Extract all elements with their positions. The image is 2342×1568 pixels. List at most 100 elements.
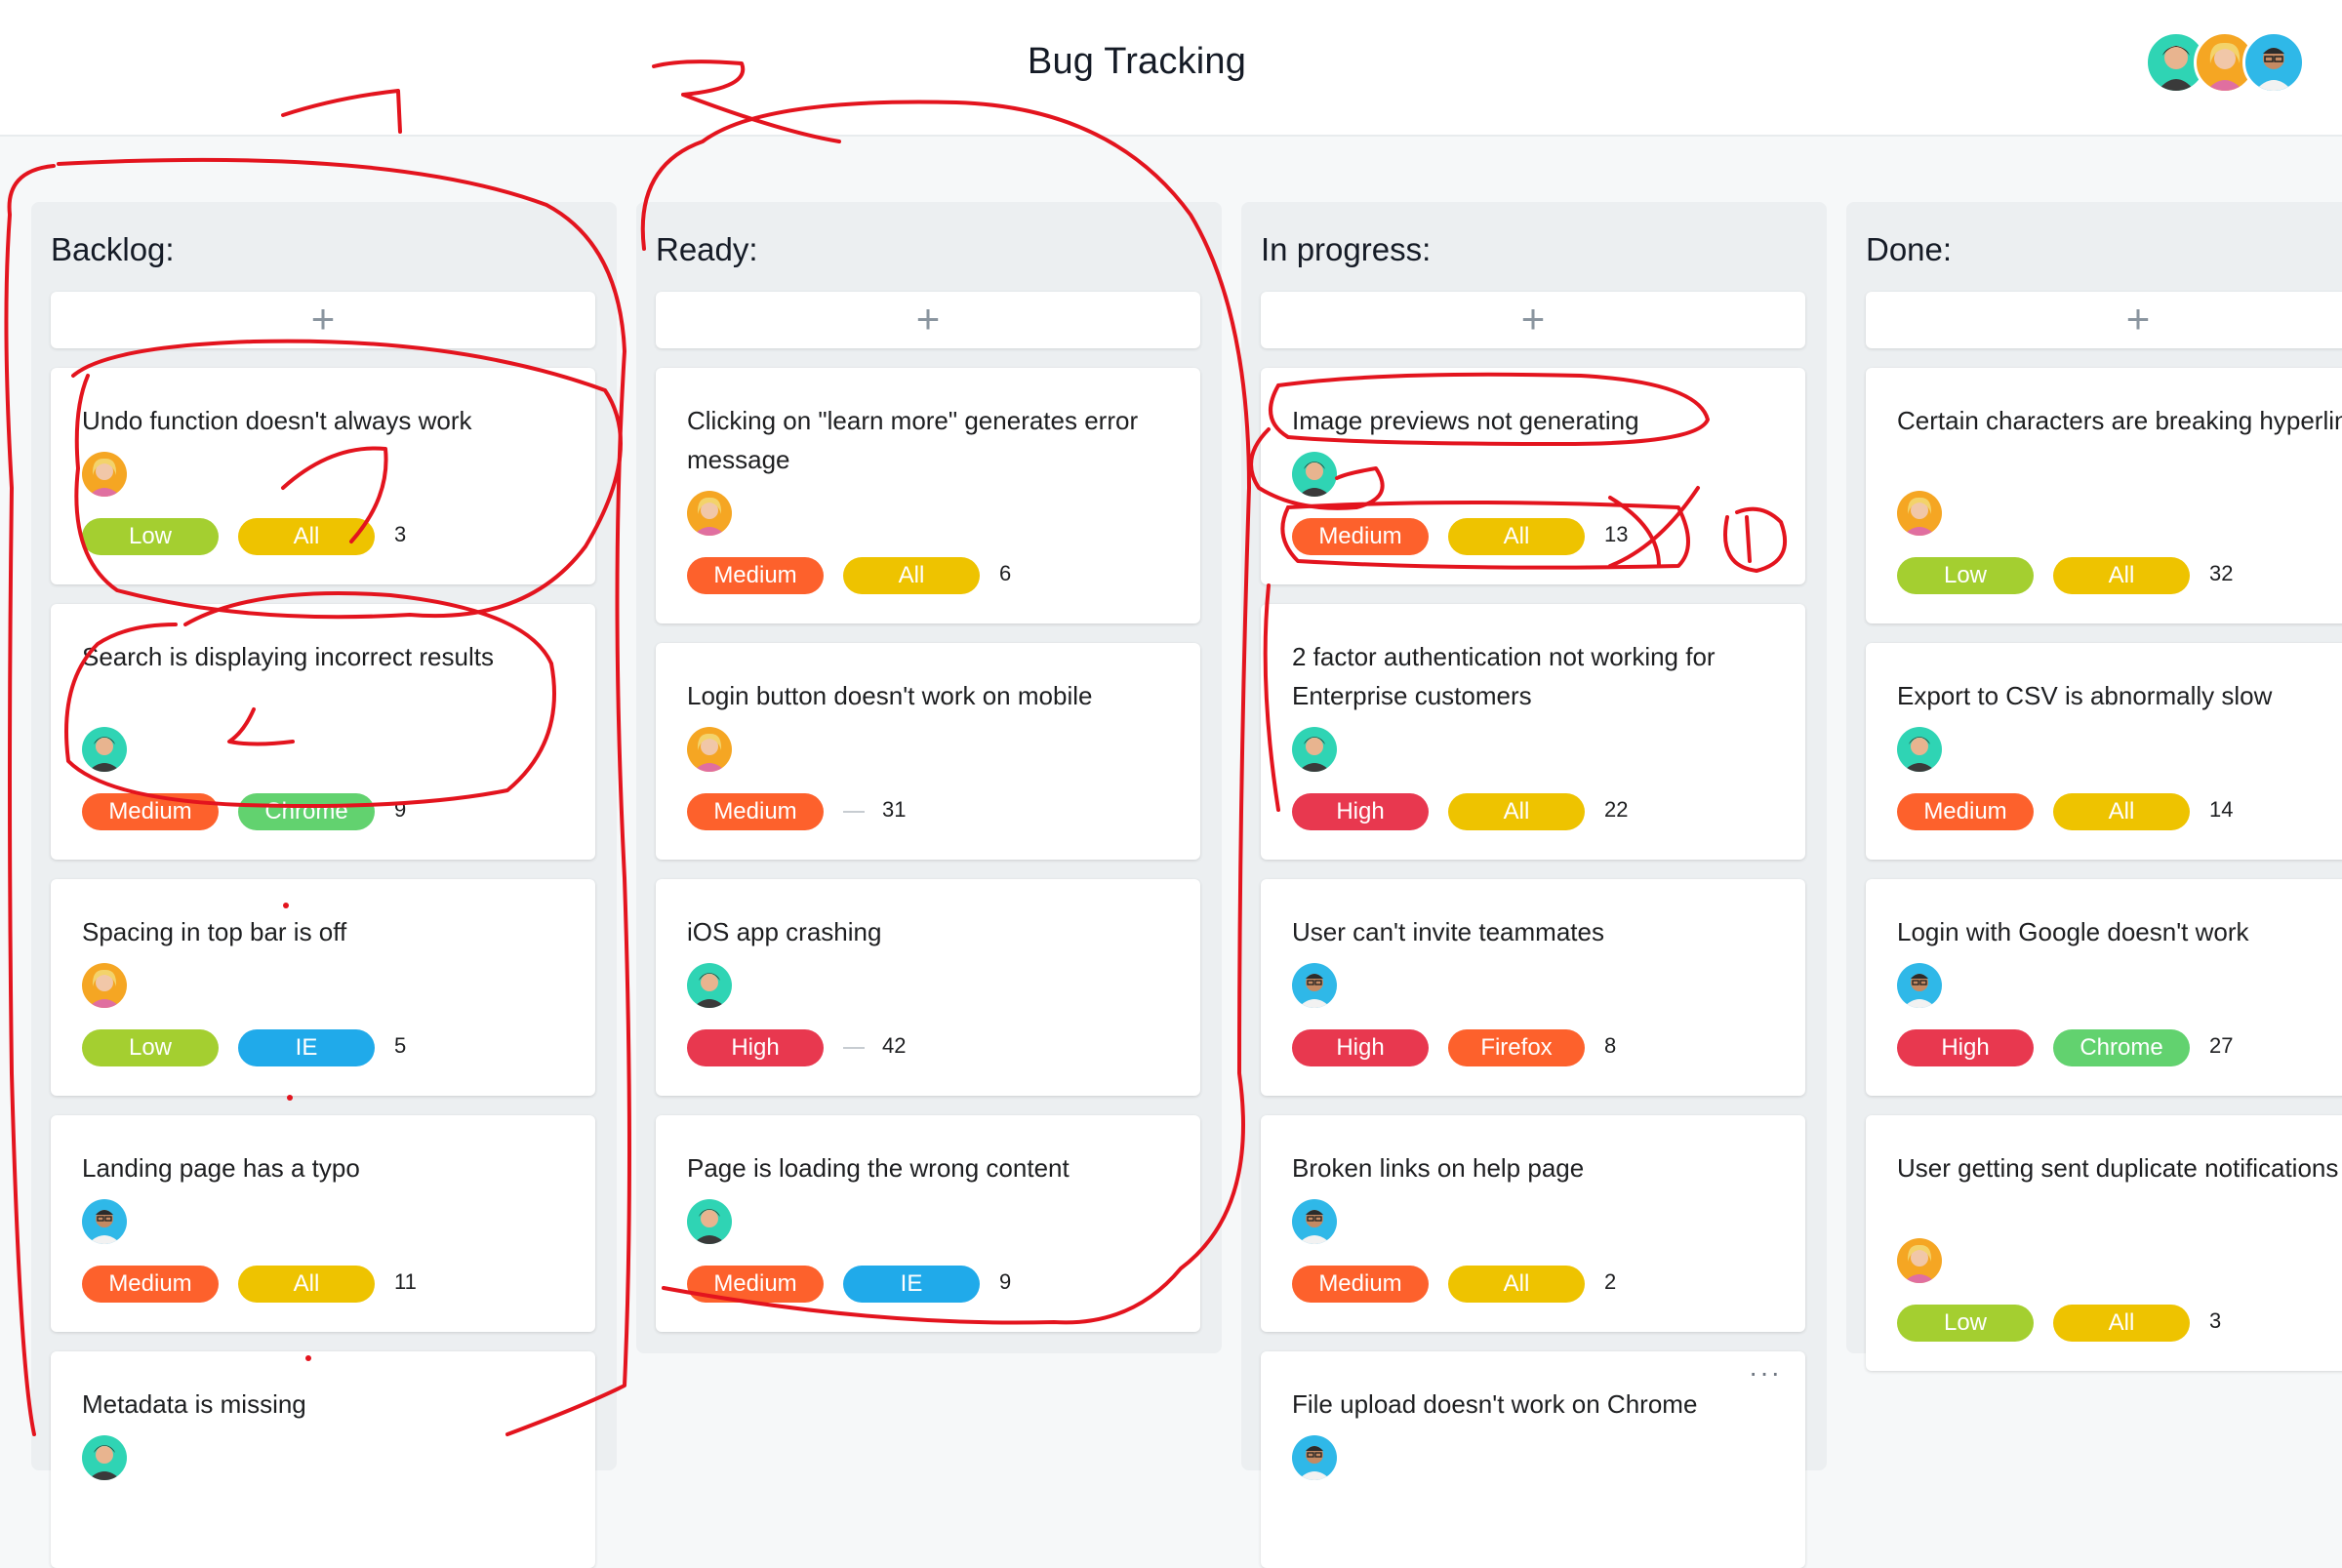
task-card[interactable]: Broken links on help page Medium All 2: [1261, 1115, 1805, 1332]
priority-tag[interactable]: High: [687, 1029, 824, 1066]
count-value: 13: [1604, 522, 1629, 546]
task-title: Certain characters are breaking hyperlin…: [1897, 406, 2342, 435]
assignee-avatar[interactable]: [687, 727, 732, 772]
task-card[interactable]: Clicking on "learn more" generates error…: [656, 368, 1200, 623]
task-fields: High All 22: [1292, 793, 1799, 830]
empty-browser-field[interactable]: [843, 1047, 865, 1049]
count-value: 3: [2209, 1308, 2222, 1333]
task-title: Login with Google doesn't work: [1897, 917, 2249, 946]
assignee-avatar[interactable]: [1292, 452, 1337, 497]
column-backlog: Backlog: + Undo function doesn't always wo…: [31, 202, 617, 1568]
team-avatars[interactable]: [2145, 31, 2305, 94]
assignee-avatar[interactable]: [1897, 963, 1942, 1008]
count-value: 5: [394, 1033, 407, 1058]
assignee-avatar[interactable]: [82, 452, 127, 497]
priority-tag[interactable]: Medium: [1897, 793, 2034, 830]
priority-tag[interactable]: Medium: [82, 1266, 219, 1303]
priority-tag[interactable]: Medium: [1292, 518, 1429, 555]
browser-tag[interactable]: Chrome: [2053, 1029, 2190, 1066]
count-value: 27: [2209, 1033, 2234, 1058]
assignee-avatar[interactable]: [82, 1435, 127, 1480]
priority-tag[interactable]: Medium: [687, 1266, 824, 1303]
task-card[interactable]: Spacing in top bar is off Low IE 5: [51, 879, 595, 1096]
assignee-avatar[interactable]: [1292, 963, 1337, 1008]
empty-browser-field[interactable]: [843, 811, 865, 813]
task-card[interactable]: 2 factor authentication not working for …: [1261, 604, 1805, 860]
task-card[interactable]: Page is loading the wrong content Medium I…: [656, 1115, 1200, 1332]
add-task-button[interactable]: +: [51, 292, 595, 348]
task-title: User getting sent duplicate notification…: [1897, 1153, 2339, 1183]
task-fields: Medium All 14: [1897, 793, 2342, 830]
task-card[interactable]: Landing page has a typo Medium All 11: [51, 1115, 595, 1332]
task-card[interactable]: File upload doesn't work on Chrome ···: [1261, 1351, 1805, 1568]
task-fields: Medium All 11: [82, 1266, 589, 1303]
priority-tag[interactable]: Medium: [1292, 1266, 1429, 1303]
count-value: 3: [394, 522, 407, 546]
assignee-avatar[interactable]: [82, 727, 127, 772]
assignee-avatar[interactable]: [1897, 727, 1942, 772]
priority-tag[interactable]: Low: [1897, 1305, 2034, 1342]
browser-tag[interactable]: All: [2053, 1305, 2190, 1342]
task-card[interactable]: User getting sent duplicate notification…: [1866, 1115, 2342, 1371]
task-card[interactable]: Metadata is missing: [51, 1351, 595, 1568]
assignee-avatar[interactable]: [1292, 1435, 1337, 1480]
task-card[interactable]: iOS app crashing High 42: [656, 879, 1200, 1096]
avatar[interactable]: [2242, 31, 2305, 94]
assignee-avatar[interactable]: [82, 963, 127, 1008]
more-options-icon[interactable]: ···: [1749, 1357, 1782, 1388]
task-fields: Medium All 6: [687, 557, 1194, 594]
priority-tag[interactable]: Low: [1897, 557, 2034, 594]
browser-tag[interactable]: Firefox: [1448, 1029, 1585, 1066]
task-title: iOS app crashing: [687, 917, 882, 946]
task-fields: Medium All 13: [1292, 518, 1799, 555]
task-fields: Low All 32: [1897, 557, 2342, 594]
assignee-avatar[interactable]: [1897, 491, 1942, 536]
browser-tag[interactable]: All: [238, 1266, 375, 1303]
task-card[interactable]: Login with Google doesn't work High Chrome…: [1866, 879, 2342, 1096]
assignee-avatar[interactable]: [687, 1199, 732, 1244]
assignee-avatar[interactable]: [82, 1199, 127, 1244]
browser-tag[interactable]: All: [843, 557, 980, 594]
browser-tag[interactable]: Chrome: [238, 793, 375, 830]
task-card[interactable]: Image previews not generating Medium All 13: [1261, 368, 1805, 584]
task-card[interactable]: Login button doesn't work on mobile Mediu…: [656, 643, 1200, 860]
priority-tag[interactable]: Low: [82, 1029, 219, 1066]
priority-tag[interactable]: Medium: [687, 557, 824, 594]
assignee-avatar[interactable]: [1292, 1199, 1337, 1244]
browser-tag[interactable]: All: [1448, 518, 1585, 555]
browser-tag[interactable]: All: [2053, 557, 2190, 594]
priority-tag[interactable]: High: [1897, 1029, 2034, 1066]
browser-tag[interactable]: All: [1448, 793, 1585, 830]
browser-tag[interactable]: IE: [843, 1266, 980, 1303]
add-task-button[interactable]: +: [656, 292, 1200, 348]
browser-tag[interactable]: All: [1448, 1266, 1585, 1303]
task-card[interactable]: Undo function doesn't always work Low All 3: [51, 368, 595, 584]
priority-tag[interactable]: Medium: [687, 793, 824, 830]
task-fields: High 42: [687, 1029, 1194, 1066]
count-value: 31: [882, 797, 907, 822]
task-card[interactable]: Export to CSV is abnormally slow Medium Al…: [1866, 643, 2342, 860]
task-title: Export to CSV is abnormally slow: [1897, 681, 2273, 710]
assignee-avatar[interactable]: [687, 963, 732, 1008]
assignee-avatar[interactable]: [1292, 727, 1337, 772]
assignee-avatar[interactable]: [687, 491, 732, 536]
task-title: Image previews not generating: [1292, 406, 1639, 435]
browser-tag[interactable]: All: [2053, 793, 2190, 830]
add-task-button[interactable]: +: [1261, 292, 1805, 348]
task-title: File upload doesn't work on Chrome: [1292, 1389, 1698, 1419]
priority-tag[interactable]: Medium: [82, 793, 219, 830]
count-value: 42: [882, 1033, 907, 1058]
priority-tag[interactable]: High: [1292, 1029, 1429, 1066]
browser-tag[interactable]: IE: [238, 1029, 375, 1066]
page-title: Bug Tracking: [1027, 41, 1247, 82]
task-card[interactable]: Search is displaying incorrect results Me…: [51, 604, 595, 860]
add-task-button[interactable]: +: [1866, 292, 2342, 348]
browser-tag[interactable]: All: [238, 518, 375, 555]
priority-tag[interactable]: Low: [82, 518, 219, 555]
task-card[interactable]: User can't invite teammates High Firefox 8: [1261, 879, 1805, 1096]
top-bar: Bug Tracking: [0, 0, 2342, 137]
task-card[interactable]: Certain characters are breaking hyperlin…: [1866, 368, 2342, 623]
assignee-avatar[interactable]: [1897, 1238, 1942, 1283]
count-value: 11: [394, 1269, 417, 1294]
priority-tag[interactable]: High: [1292, 793, 1429, 830]
